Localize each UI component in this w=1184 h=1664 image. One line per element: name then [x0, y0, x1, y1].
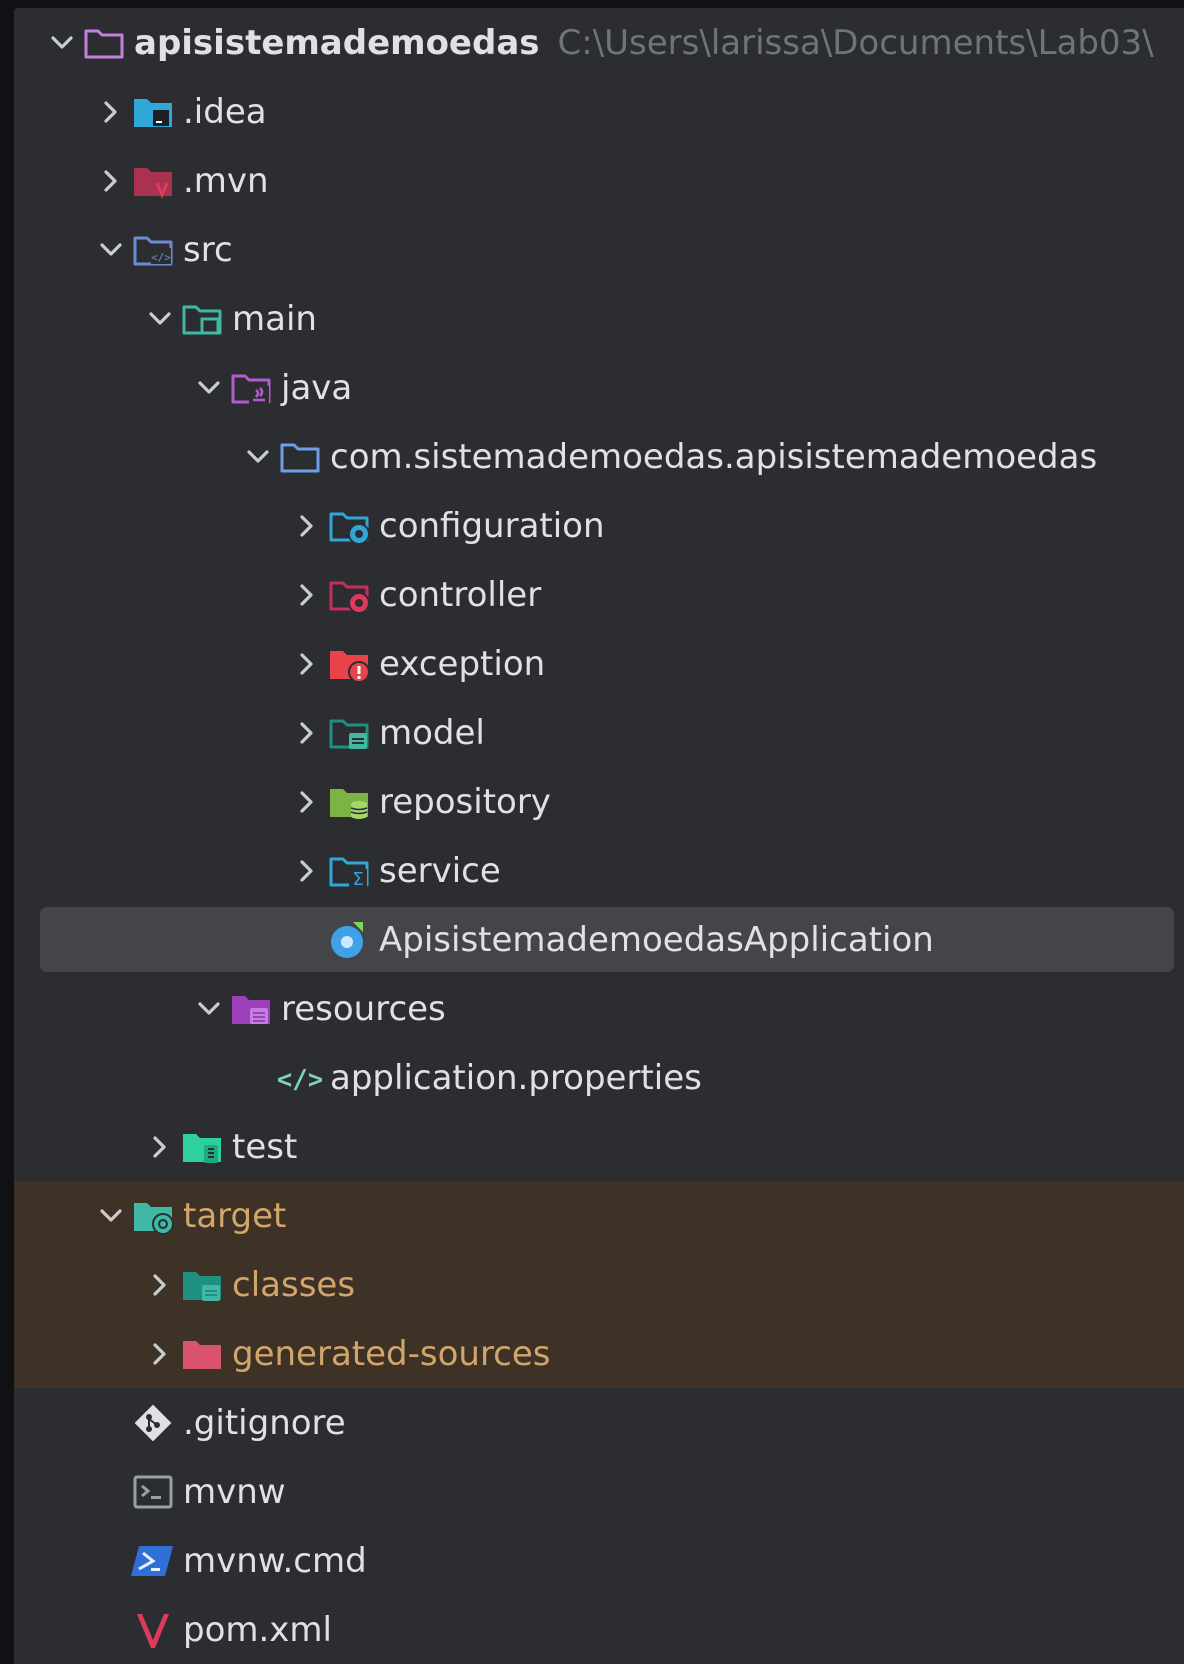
tree-row-dot-gitignore[interactable]: .gitignore — [14, 1388, 1184, 1457]
tree-row-service[interactable]: Σservice — [14, 836, 1184, 905]
tree-item-label: .gitignore — [183, 1402, 346, 1443]
chevron-right-icon[interactable] — [287, 644, 327, 684]
tree-row-resources[interactable]: resources — [14, 974, 1184, 1043]
tree-item-label: controller — [379, 574, 542, 615]
tree-row-apisistemademoedasapplication[interactable]: ApisistemademoedasApplication — [14, 905, 1184, 974]
svg-text:Σ: Σ — [352, 869, 363, 890]
terminal-script-icon — [131, 1470, 175, 1514]
tree-row-dot-mvn[interactable]: .mvn — [14, 146, 1184, 215]
tree-item-label: target — [183, 1195, 287, 1236]
tree-row-exception[interactable]: exception — [14, 629, 1184, 698]
chevron-down-icon[interactable] — [189, 368, 229, 408]
spring-boot-class-icon — [327, 918, 371, 962]
chevron-down-icon[interactable] — [189, 989, 229, 1029]
tree-item-label: resources — [281, 988, 446, 1029]
chevron-right-icon[interactable] — [140, 1127, 180, 1167]
tree-item-label: pom.xml — [183, 1609, 332, 1650]
tree-item-label: java — [281, 367, 353, 408]
tree-item-label: src — [183, 229, 233, 270]
tree-row-java[interactable]: java — [14, 353, 1184, 422]
svg-text:</>: </> — [151, 251, 171, 264]
properties-file-icon: </> — [277, 1056, 324, 1100]
tree-row-generated-sources[interactable]: generated-sources — [14, 1319, 1184, 1388]
chevron-right-icon[interactable] — [287, 575, 327, 615]
tree-row-src[interactable]: </> src — [14, 215, 1184, 284]
gitignore-file-icon — [131, 1401, 175, 1445]
tree-item-label: classes — [232, 1264, 356, 1305]
tree-row-project-root[interactable]: apisistemademoedas C:\Users\larissa\Docu… — [14, 8, 1184, 77]
tree-item-label: com.sistemademoedas.apisistemademoedas — [330, 436, 1098, 477]
tree-item-label: service — [379, 850, 501, 891]
tree-item-label: main — [232, 298, 317, 339]
classes-folder-icon — [180, 1263, 224, 1307]
service-folder-icon: Σ — [327, 849, 371, 893]
tree-row-main[interactable]: main — [14, 284, 1184, 353]
resources-folder-icon — [229, 987, 273, 1031]
tree-item-label: exception — [379, 643, 546, 684]
chevron-right-icon[interactable] — [91, 92, 131, 132]
tree-row-test[interactable]: test — [14, 1112, 1184, 1181]
repository-folder-icon — [327, 780, 371, 824]
java-sources-folder-icon — [229, 366, 273, 410]
tree-item-label: model — [379, 712, 485, 753]
chevron-down-icon[interactable] — [91, 230, 131, 270]
tree-item-label: .idea — [183, 91, 267, 132]
tree-row-application-properties[interactable]: </> application.properties — [14, 1043, 1184, 1112]
target-folder-icon — [131, 1194, 175, 1238]
tree-item-label: mvnw.cmd — [183, 1540, 367, 1581]
test-folder-icon — [180, 1125, 224, 1169]
mvn-folder-icon — [131, 159, 175, 203]
model-folder-icon — [327, 711, 371, 755]
tree-row-com-sistemademoedas-apisistemademoedas[interactable]: com.sistemademoedas.apisistemademoedas — [14, 422, 1184, 491]
package-folder-icon — [278, 435, 322, 479]
chevron-right-icon[interactable] — [287, 713, 327, 753]
source-folder-icon: </> — [131, 228, 175, 272]
project-path: C:\Users\larissa\Documents\Lab03\ — [557, 22, 1154, 63]
chevron-down-icon[interactable] — [91, 1196, 131, 1236]
project-name: apisistemademoedas — [134, 22, 540, 63]
chevron-right-icon[interactable] — [140, 1334, 180, 1374]
tree-row-target[interactable]: target — [14, 1181, 1184, 1250]
chevron-right-icon[interactable] — [287, 782, 327, 822]
tree-item-label: mvnw — [183, 1471, 286, 1512]
chevron-down-icon[interactable] — [42, 23, 82, 63]
chevron-right-icon[interactable] — [140, 1265, 180, 1305]
generated-sources-folder-icon — [180, 1332, 224, 1376]
chevron-right-icon[interactable] — [91, 161, 131, 201]
maven-pom-icon — [131, 1608, 175, 1652]
tree-row-repository[interactable]: repository — [14, 767, 1184, 836]
chevron-down-icon[interactable] — [140, 299, 180, 339]
tree-row-model[interactable]: model — [14, 698, 1184, 767]
controller-folder-icon — [327, 573, 371, 617]
configuration-folder-icon — [327, 504, 371, 548]
chevron-right-icon[interactable] — [287, 851, 327, 891]
tree-item-label: application.properties — [330, 1057, 702, 1098]
tree-item-label: test — [232, 1126, 298, 1167]
main-folder-icon — [180, 297, 224, 341]
tree-row-pom-xml[interactable]: pom.xml — [14, 1595, 1184, 1664]
powershell-script-icon — [131, 1539, 175, 1583]
exception-folder-icon — [327, 642, 371, 686]
chevron-right-icon[interactable] — [287, 506, 327, 546]
tree-row-mvnw[interactable]: mvnw — [14, 1457, 1184, 1526]
tree-item-label: generated-sources — [232, 1333, 551, 1374]
tree-item-label: configuration — [379, 505, 605, 546]
tree-item-label: ApisistemademoedasApplication — [379, 919, 934, 960]
tree-item-label: .mvn — [183, 160, 269, 201]
idea-folder-icon — [131, 90, 175, 134]
project-folder-icon — [82, 21, 126, 65]
tree-row-configuration[interactable]: configuration — [14, 491, 1184, 560]
chevron-down-icon[interactable] — [238, 437, 278, 477]
tree-item-label: repository — [379, 781, 551, 822]
tree-row-classes[interactable]: classes — [14, 1250, 1184, 1319]
tree-row-dot-idea[interactable]: .idea — [14, 77, 1184, 146]
project-tree: apisistemademoedas C:\Users\larissa\Docu… — [14, 8, 1184, 1664]
svg-text:</>: </> — [278, 1065, 322, 1095]
tree-row-controller[interactable]: controller — [14, 560, 1184, 629]
tree-row-mvnw-cmd[interactable]: mvnw.cmd — [14, 1526, 1184, 1595]
